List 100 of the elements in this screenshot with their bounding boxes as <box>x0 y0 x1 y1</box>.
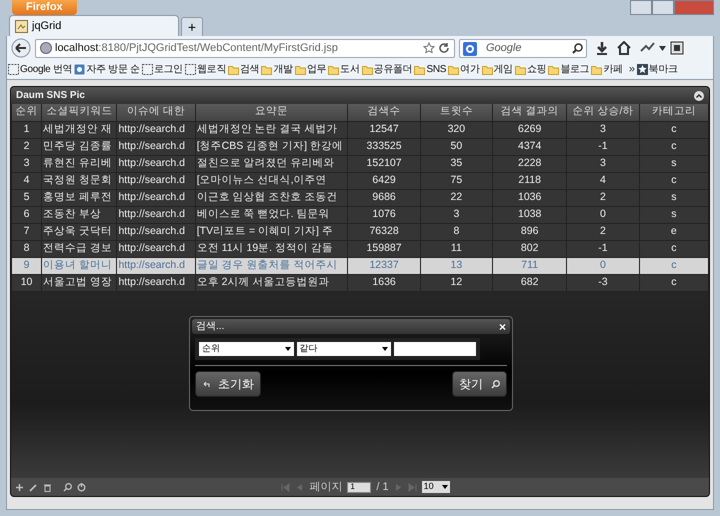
url-text: localhost:8180/PjtJQGridTest/WebContent/MyFirstGrid.jsp <box>55 40 338 56</box>
table-cell: s <box>639 189 708 206</box>
table-cell: s <box>639 206 708 223</box>
table-cell: [TV리포트 = 이혜미 기자] 주 <box>195 223 348 240</box>
table-cell: 6429 <box>348 172 420 189</box>
table-cell: 1076 <box>348 206 420 223</box>
table-cell: [청주CBS 김종현 기자] 한강에 <box>195 138 348 155</box>
table-cell: 국정원 청문회 <box>42 172 117 189</box>
bookmark-item[interactable]: 도서 <box>328 62 360 77</box>
field-select[interactable]: 순위 <box>199 342 294 356</box>
table-cell: 1 <box>12 121 42 138</box>
column-header[interactable]: 순위 상승/하 <box>566 104 640 121</box>
bookmark-item[interactable]: 게임 <box>482 62 513 77</box>
bookmark-item[interactable]: SNS <box>414 62 446 77</box>
table-cell: 12547 <box>348 121 420 138</box>
page-total: / 1 <box>376 480 389 495</box>
column-header[interactable]: 순위 <box>12 104 42 121</box>
table-cell: 0 <box>566 206 640 223</box>
new-tab-button[interactable]: + <box>181 17 203 36</box>
page-label: 페이지 <box>309 480 342 495</box>
table-cell: 7 <box>12 223 42 240</box>
bookmark-item[interactable]: 개발 <box>261 62 293 77</box>
tab-label: jqGrid <box>32 18 62 34</box>
table-cell: http://search.d <box>116 172 196 189</box>
column-header[interactable]: 이슈에 대한 <box>116 104 196 121</box>
bookmark-item[interactable]: 쇼핑 <box>514 62 546 77</box>
reset-button[interactable]: 초기화 <box>195 371 261 397</box>
table-cell: s <box>639 155 708 172</box>
table-cell: 오후 2시께 서울고등법원과 <box>195 274 348 291</box>
bookmarks-menu-button[interactable]: 북마크 <box>636 62 678 77</box>
bookmark-item[interactable]: 업무 <box>294 62 326 77</box>
table-cell: 76328 <box>348 223 420 240</box>
operator-select[interactable]: 같다 <box>296 342 391 356</box>
column-header[interactable]: 카테고리 <box>639 104 708 121</box>
table-cell: 1636 <box>348 274 420 291</box>
table-cell: 682 <box>492 274 567 291</box>
table-cell: 세법개정안 논란 결국 세법가 <box>195 121 348 138</box>
find-button[interactable]: 찾기 <box>452 371 507 397</box>
table-cell: [오마이뉴스 선대식,이주연 <box>195 172 348 189</box>
table-cell: http://search.d <box>116 223 196 240</box>
table-cell: c <box>639 172 708 189</box>
table-cell: 3 <box>420 206 493 223</box>
column-header[interactable]: 요약문 <box>195 104 348 121</box>
table-cell: 333525 <box>348 138 420 155</box>
table-cell: 11 <box>420 240 493 257</box>
column-header[interactable]: 트윗수 <box>420 104 493 121</box>
table-cell: http://search.d <box>116 274 196 291</box>
table-cell: 민주당 김종률 <box>42 138 117 155</box>
rows-per-page-select[interactable]: 10 <box>422 481 450 493</box>
table-cell: 711 <box>492 257 567 274</box>
table-cell: 8 <box>12 240 42 257</box>
table-cell: 2228 <box>492 155 567 172</box>
table-cell: 152107 <box>348 155 420 172</box>
bookmark-item[interactable]: 검색 <box>228 62 260 77</box>
bookmark-item[interactable]: 로그인 <box>142 62 183 77</box>
bookmark-item[interactable]: 공유폴더 <box>362 62 412 77</box>
table-cell: 베이스로 쭉 뻗었다. 팀문워 <box>195 206 348 223</box>
table-cell: 12337 <box>348 257 420 274</box>
table-cell: http://search.d <box>116 257 196 274</box>
column-header[interactable]: 검색수 <box>348 104 420 121</box>
table-cell: 홍명보 페루전 <box>42 189 117 206</box>
table-cell: 2 <box>566 189 640 206</box>
page-field[interactable]: 1 <box>347 482 372 492</box>
table-cell: 2 <box>12 138 42 155</box>
table-cell: 320 <box>420 121 493 138</box>
table-cell: -3 <box>566 274 640 291</box>
bookmark-item[interactable]: 여가 <box>448 62 480 77</box>
bookmark-item[interactable]: 자주 방문 순 <box>74 62 140 77</box>
column-header[interactable]: 검색 결과의 <box>492 104 567 121</box>
table-cell: c <box>639 138 708 155</box>
table-cell: http://search.d <box>116 121 196 138</box>
table-cell: 4 <box>12 172 42 189</box>
table-cell: e <box>639 223 708 240</box>
table-cell: 9 <box>12 257 42 274</box>
table-cell: -1 <box>566 240 640 257</box>
bookmark-item[interactable]: 블로그 <box>548 62 590 77</box>
browser-tab[interactable]: jqGrid <box>9 15 179 36</box>
table-cell: 4374 <box>492 138 567 155</box>
table-cell: http://search.d <box>116 155 196 172</box>
table-cell: 13 <box>420 257 493 274</box>
table-cell: 50 <box>420 138 493 155</box>
table-cell: 주상욱 굿닥터 <box>42 223 117 240</box>
table-cell: 절친으로 알려졌던 유리베와 <box>195 155 348 172</box>
table-cell: 35 <box>420 155 493 172</box>
table-cell: c <box>639 257 708 274</box>
close-button[interactable]: × <box>498 322 506 332</box>
table-cell: 서울고법 영장 <box>42 274 117 291</box>
column-header[interactable]: 소셜픽키워드 <box>42 104 117 121</box>
table-cell: 6269 <box>492 121 567 138</box>
table-cell: 3 <box>12 155 42 172</box>
bookmark-item[interactable]: 웹로직 <box>184 62 226 77</box>
search-field[interactable]: Google <box>459 38 587 58</box>
table-cell: 6 <box>12 206 42 223</box>
table-cell: http://search.d <box>116 240 196 257</box>
table-cell: 159887 <box>348 240 420 257</box>
bookmark-item[interactable]: 카페 <box>591 62 623 77</box>
bookmark-item[interactable]: Google 번역 <box>8 62 72 77</box>
bookmarks-overflow-button[interactable]: » <box>628 61 635 78</box>
table-cell: http://search.d <box>116 189 196 206</box>
address-field[interactable]: localhost:8180/PjtJQGridTest/WebContent/MyFirstGrid.jsp <box>35 38 455 58</box>
